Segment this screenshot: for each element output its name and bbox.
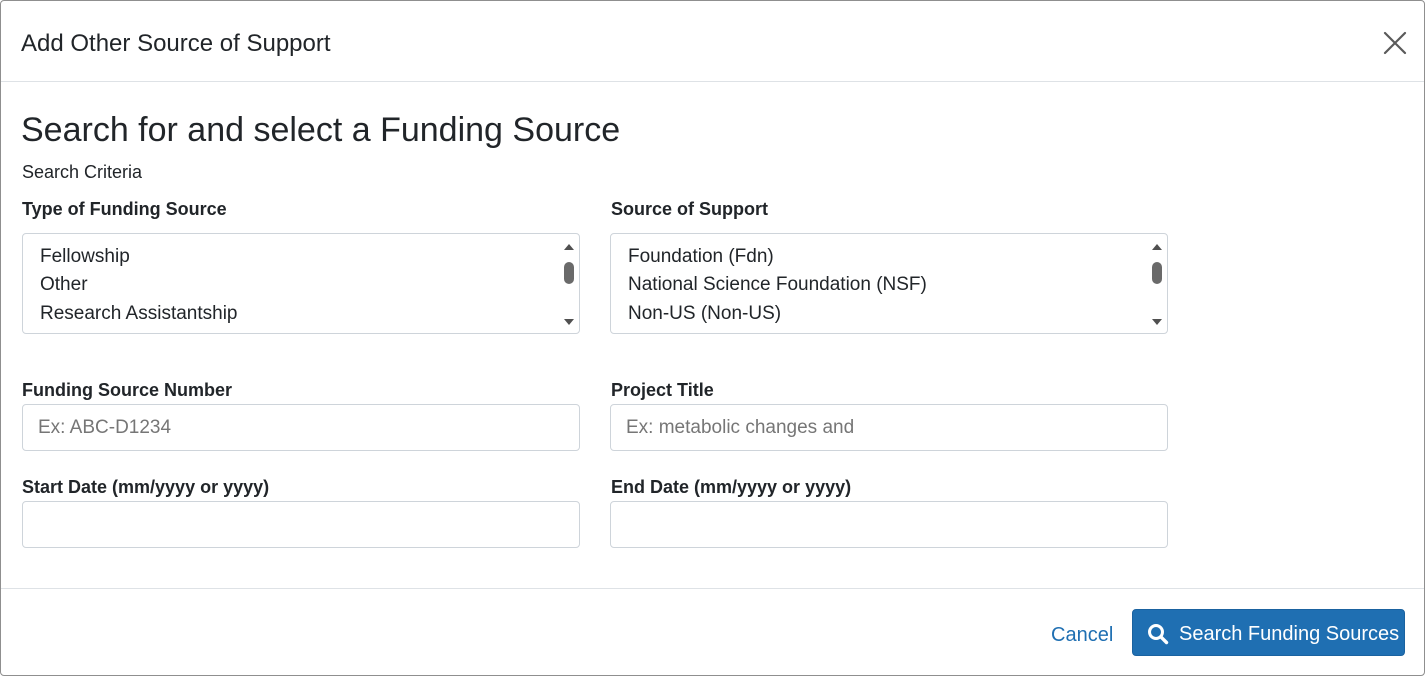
form-heading: Search for and select a Funding Source <box>21 111 621 149</box>
scroll-up-arrow-icon[interactable] <box>1152 244 1162 250</box>
source-of-support-option[interactable]: National Science Foundation (NSF) <box>628 273 927 297</box>
funding-type-option[interactable]: Fellowship <box>40 245 130 269</box>
search-icon <box>1148 624 1169 645</box>
scroll-down-arrow-icon[interactable] <box>564 319 574 325</box>
start-date-input[interactable] <box>22 501 580 548</box>
close-button[interactable] <box>1381 29 1409 57</box>
project-title-input[interactable] <box>610 404 1168 451</box>
search-button-label: Search Funding Sources <box>1179 623 1400 645</box>
search-criteria-label: Search Criteria <box>22 162 143 182</box>
scroll-thumb[interactable] <box>1152 262 1162 284</box>
add-other-source-dialog: Add Other Source of Support Search for a… <box>0 0 1425 676</box>
start-date-label: Start Date (mm/yyyy or yyyy) <box>22 477 270 497</box>
funding-source-number-input[interactable] <box>22 404 580 451</box>
end-date-input[interactable] <box>610 501 1168 548</box>
modal-header: Add Other Source of Support <box>1 1 1424 82</box>
cancel-link[interactable]: Cancel <box>1051 623 1113 647</box>
source-of-support-scrollbar[interactable] <box>1150 238 1164 329</box>
source-of-support-listbox[interactable]: Foundation (Fdn) National Science Founda… <box>610 233 1168 334</box>
project-title-label: Project Title <box>611 380 714 400</box>
funding-source-number-label: Funding Source Number <box>22 380 233 400</box>
scroll-up-arrow-icon[interactable] <box>564 244 574 250</box>
modal-title: Add Other Source of Support <box>21 30 331 57</box>
funding-type-option[interactable]: Research Assistantship <box>40 302 238 326</box>
funding-type-scrollbar[interactable] <box>562 238 576 329</box>
funding-type-listbox[interactable]: Fellowship Other Research Assistantship <box>22 233 580 334</box>
source-of-support-option[interactable]: Foundation (Fdn) <box>628 245 774 269</box>
close-icon <box>1383 31 1407 55</box>
source-of-support-option[interactable]: Non-US (Non-US) <box>628 302 781 326</box>
funding-type-option[interactable]: Other <box>40 273 88 297</box>
funding-type-label: Type of Funding Source <box>22 199 227 219</box>
end-date-label: End Date (mm/yyyy or yyyy) <box>611 477 852 497</box>
search-funding-sources-button[interactable]: Search Funding Sources <box>1132 609 1405 656</box>
scroll-down-arrow-icon[interactable] <box>1152 319 1162 325</box>
source-of-support-label: Source of Support <box>611 199 768 219</box>
scroll-thumb[interactable] <box>564 262 574 284</box>
